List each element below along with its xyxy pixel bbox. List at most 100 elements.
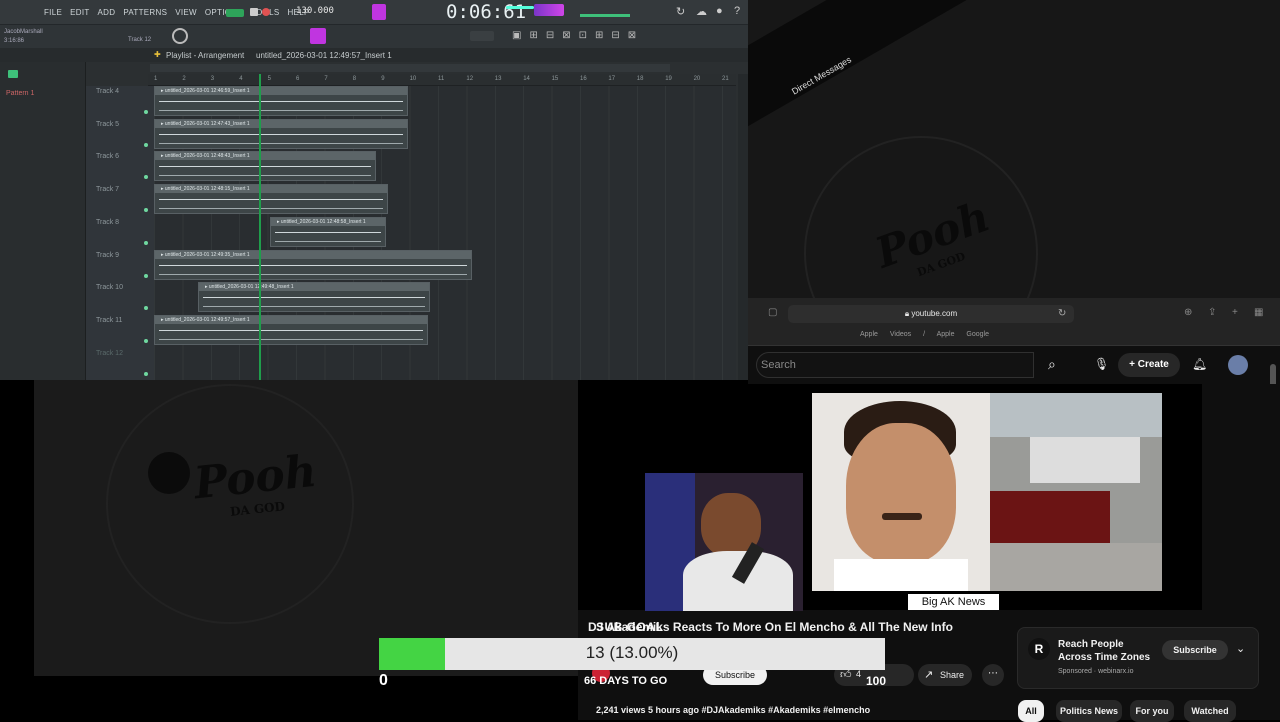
- track-enable-dot[interactable]: [144, 175, 148, 180]
- add-tab-icon[interactable]: +: [1232, 307, 1238, 318]
- playhead[interactable]: [259, 74, 261, 380]
- track-enable-dot[interactable]: [144, 208, 148, 213]
- red-truck: [990, 491, 1110, 547]
- timeline-ruler[interactable]: 1 2 3 4 5 6 7 8 9 10 11 12 13 14 15 16 17 18 19 20 21: [148, 74, 736, 86]
- ruler-tick: 11: [438, 76, 445, 82]
- play-button[interactable]: [226, 9, 244, 17]
- track-header[interactable]: Track 9: [96, 252, 119, 259]
- snap-button[interactable]: [310, 28, 326, 44]
- audio-clip[interactable]: ▸ untitled_2026-03-01 12:48:58_Insert 1: [270, 216, 386, 247]
- download-icon[interactable]: ⊕: [1184, 307, 1192, 318]
- track-enable-dot[interactable]: [144, 273, 148, 278]
- clip-waveform: [159, 110, 403, 111]
- pattern-selector[interactable]: [470, 31, 494, 41]
- clip-waveform: [159, 208, 383, 210]
- search-icon[interactable]: ⌕: [1048, 357, 1056, 371]
- track-header[interactable]: Track 11: [96, 317, 122, 324]
- track-header[interactable]: Track 8: [96, 219, 119, 226]
- track-enable-dot[interactable]: [144, 240, 148, 245]
- audio-clip[interactable]: ▸ untitled_2026-03-01 12:47:43_Insert 1: [154, 118, 408, 149]
- ad-subscribe-button[interactable]: Subscribe: [1162, 640, 1228, 660]
- chip-politics-news[interactable]: Politics News: [1056, 700, 1122, 722]
- daw-toolbar: JacobMarshall 3:16:86 Track 12 ▣⊞⊟⊠⊡⊞⊟⊠: [0, 24, 748, 48]
- sidebar-icon[interactable]: ▢: [768, 307, 777, 318]
- playlist-scrollbar[interactable]: [150, 64, 670, 72]
- pattern-song-toggle[interactable]: [372, 4, 386, 20]
- cloud-icon[interactable]: ☁: [696, 5, 707, 18]
- url-text: youtube.com: [911, 309, 958, 318]
- chevron-down-icon[interactable]: ⌄: [1236, 642, 1245, 655]
- tabs-icon[interactable]: ▦: [1254, 307, 1263, 318]
- vertical-scrollbar[interactable]: [738, 74, 748, 380]
- track-header[interactable]: Track 10: [96, 284, 123, 291]
- track-header[interactable]: Track 5: [96, 121, 119, 128]
- stop-button[interactable]: [250, 8, 258, 16]
- ruler-tick: 7: [324, 76, 328, 82]
- help-icon[interactable]: ?: [734, 5, 740, 17]
- reload-icon[interactable]: ↻: [1058, 308, 1066, 319]
- toolbar-icons[interactable]: ▣⊞⊟⊠⊡⊞⊟⊠: [512, 30, 644, 41]
- track-header[interactable]: Track 7: [96, 186, 119, 193]
- audio-clip[interactable]: ▸ untitled_2026-03-01 12:48:15_Insert 1: [154, 184, 388, 215]
- clip-waveform: [159, 199, 383, 201]
- clip-waveform: [159, 273, 467, 275]
- ruler-tick: 1: [154, 76, 158, 82]
- record-button[interactable]: [262, 8, 270, 16]
- track-enable-dot[interactable]: [144, 142, 148, 147]
- picker-icon[interactable]: [8, 70, 18, 78]
- menu-view[interactable]: VIEW: [175, 8, 197, 17]
- track-enable-dot[interactable]: [144, 338, 148, 343]
- audio-clip[interactable]: ▸ untitled_2026-03-01 12:46:59_Insert 1: [154, 86, 408, 116]
- song-time-display: 0:06:61: [446, 1, 527, 23]
- menu-patterns[interactable]: PATTERNS: [123, 8, 167, 17]
- audio-clip[interactable]: ▸ untitled_2026-03-01 12:49:48_Insert 1: [198, 282, 430, 313]
- track-enable-dot[interactable]: [144, 371, 148, 376]
- ruler-tick: 5: [267, 76, 271, 82]
- menu-add[interactable]: ADD: [98, 8, 116, 17]
- menu-file[interactable]: FILE: [44, 8, 62, 17]
- mic-search-icon[interactable]: 🎙︎: [1094, 357, 1109, 371]
- share-button[interactable]: ↗ Share: [918, 664, 972, 686]
- view-count-line: 2,241 views 5 hours ago #DJAkademiks #Ak…: [596, 705, 871, 715]
- favorites-bar[interactable]: Apple Videos / Apple Google: [860, 331, 989, 338]
- like-count: 4: [856, 669, 862, 679]
- track-header[interactable]: Track 6: [96, 153, 119, 160]
- track-header[interactable]: Track 4: [96, 88, 119, 95]
- track-header[interactable]: Track 12: [96, 350, 123, 357]
- sub-goal-end: 100: [866, 674, 887, 688]
- address-bar[interactable]: 🔒︎ youtube.com: [788, 305, 1074, 323]
- ruler-tick: 15: [551, 76, 559, 82]
- track-enable-dot[interactable]: [144, 306, 148, 311]
- mic-icon[interactable]: ●: [716, 5, 723, 17]
- share-icon[interactable]: ⇪: [1208, 307, 1216, 318]
- undo-icon[interactable]: ↻: [676, 5, 685, 18]
- ad-logo: R: [1028, 638, 1050, 660]
- audio-clip[interactable]: ▸ untitled_2026-03-01 12:49:35_Insert 1: [154, 249, 472, 280]
- track-enable-dot[interactable]: [144, 110, 148, 114]
- menu-edit[interactable]: EDIT: [70, 8, 89, 17]
- street-sky: [990, 393, 1162, 437]
- more-actions-icon[interactable]: ⋯: [982, 664, 1004, 686]
- ruler-tick: 21: [722, 76, 729, 82]
- tempo-knob[interactable]: [172, 28, 188, 44]
- notifications-icon[interactable]: 🔔︎: [1192, 357, 1207, 371]
- ad-title: Reach People Across Time Zones: [1058, 639, 1151, 663]
- chip-for-you[interactable]: For you: [1130, 700, 1174, 722]
- street-road: [990, 543, 1162, 591]
- logo-panel: Pooh DA GOD: [34, 380, 578, 676]
- clip-waveform: [159, 338, 423, 340]
- tempo-display[interactable]: 130.000: [296, 6, 334, 16]
- playlist-grid[interactable]: ▸ untitled_2026-03-01 12:46:59_Insert 1 ▸…: [154, 86, 736, 380]
- sponsored-ad[interactable]: R Reach People Across Time Zones Sponsor…: [1017, 627, 1259, 689]
- audio-clip[interactable]: ▸ untitled_2026-03-01 12:49:57_Insert 1: [154, 314, 428, 345]
- search-input[interactable]: Search: [756, 352, 1034, 378]
- clip-title: ▸ untitled_2026-03-01 12:47:43_Insert 1: [155, 119, 407, 128]
- track-selector[interactable]: Track 12: [128, 37, 151, 43]
- create-button[interactable]: + Create: [1118, 353, 1180, 377]
- chip-all[interactable]: All: [1018, 700, 1044, 722]
- audio-clip[interactable]: ▸ untitled_2026-03-01 12:48:43_Insert 1: [154, 151, 376, 182]
- pattern-item[interactable]: Pattern 1: [6, 90, 85, 97]
- chip-watched[interactable]: Watched: [1184, 700, 1236, 722]
- ruler-tick: 18: [636, 76, 644, 82]
- avatar[interactable]: [1228, 355, 1248, 375]
